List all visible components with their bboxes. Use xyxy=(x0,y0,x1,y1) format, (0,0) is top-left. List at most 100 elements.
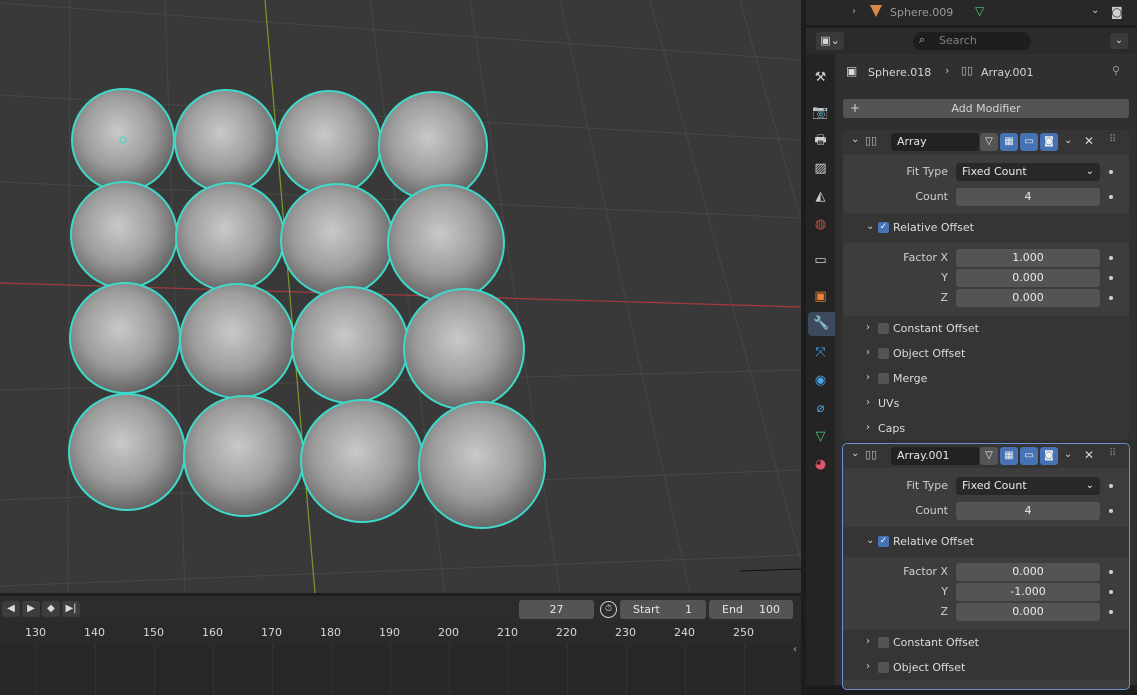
view-layer-icon[interactable]: ▨ xyxy=(812,160,829,177)
chevron-right-icon[interactable]: › xyxy=(866,322,870,333)
current-frame-field[interactable]: 27 xyxy=(519,600,594,619)
merge-subpanel[interactable]: › Merge xyxy=(843,366,1129,391)
outliner-object-name[interactable]: Sphere.009 xyxy=(890,6,953,19)
jump-keyframe-icon[interactable]: ◆ xyxy=(42,601,60,617)
chevron-right-icon[interactable]: › xyxy=(852,6,856,17)
keyframe-dot-icon[interactable] xyxy=(1109,590,1113,594)
editor-type-icon[interactable]: ▣⌄ xyxy=(816,32,844,50)
play-icon[interactable]: ▶ xyxy=(22,601,40,617)
object-offset-subpanel[interactable]: › Object Offset xyxy=(843,655,1129,680)
chevron-down-icon[interactable]: ⌄ xyxy=(1064,449,1072,460)
relative-offset-subpanel-header[interactable]: ⌄ ✓ Relative Offset xyxy=(843,527,1129,557)
relative-offset-subpanel-header[interactable]: ⌄ ✓ Relative Offset xyxy=(843,213,1129,243)
keyframe-dot-icon[interactable] xyxy=(1109,195,1113,199)
merge-checkbox[interactable] xyxy=(878,373,889,384)
factor-y-field[interactable]: 0.000 xyxy=(956,269,1100,287)
add-modifier-button[interactable]: + Add Modifier xyxy=(843,99,1129,118)
collapse-chevron-icon[interactable]: ⌄ xyxy=(866,221,874,232)
viewport-icon[interactable]: ▭ xyxy=(1020,133,1038,151)
relative-offset-checkbox[interactable]: ✓ xyxy=(878,222,889,233)
factor-z-field[interactable]: 0.000 xyxy=(956,289,1100,307)
filter-icon[interactable]: ▽ xyxy=(980,447,998,465)
modifier-name-field[interactable]: Array xyxy=(891,133,979,151)
viewport-canvas[interactable] xyxy=(0,0,801,593)
uvs-subpanel[interactable]: › UVs xyxy=(843,391,1129,416)
3d-viewport[interactable] xyxy=(0,0,801,593)
chevron-right-icon[interactable]: › xyxy=(866,347,870,358)
collapse-arrow-icon[interactable]: ‹ xyxy=(793,644,797,655)
particles-icon[interactable]: ⤧ xyxy=(812,344,829,361)
fit-type-select[interactable]: Fixed Count ⌄ xyxy=(956,163,1100,181)
constant-offset-subpanel[interactable]: › Constant Offset xyxy=(843,316,1129,341)
keyframe-dot-icon[interactable] xyxy=(1109,276,1113,280)
collapse-chevron-icon[interactable]: ⌄ xyxy=(866,535,874,546)
sphere-array[interactable] xyxy=(68,88,546,529)
edit-mode-icon[interactable]: ▦ xyxy=(1000,447,1018,465)
render-icon[interactable]: ◙ xyxy=(1040,133,1058,151)
jump-end-icon[interactable]: ▶| xyxy=(62,601,80,617)
end-frame-field[interactable]: End 100 xyxy=(709,600,793,619)
chevron-right-icon[interactable]: › xyxy=(866,372,870,383)
constant-offset-checkbox[interactable] xyxy=(878,637,889,648)
chevron-down-icon[interactable]: ⌄ xyxy=(1064,135,1072,146)
keyframe-dot-icon[interactable] xyxy=(1109,484,1113,488)
camera-icon[interactable]: ◙ xyxy=(1111,5,1123,19)
render-icon[interactable]: ◙ xyxy=(1040,447,1058,465)
stopwatch-icon[interactable]: ⏱ xyxy=(600,601,617,618)
keyframe-dot-icon[interactable] xyxy=(1109,296,1113,300)
output-icon[interactable]: 🖶 xyxy=(812,132,829,149)
outliner-row[interactable]: › Sphere.009 ▽ ⌄ ◙ xyxy=(806,0,1137,25)
timeline-tracks[interactable]: ‹ xyxy=(0,644,801,695)
object-offset-checkbox[interactable] xyxy=(878,348,889,359)
count-field[interactable]: 4 xyxy=(956,502,1100,520)
scene-icon[interactable]: ◭ xyxy=(812,188,829,205)
modifier-name-field[interactable]: Array.001 xyxy=(891,447,979,465)
world-icon[interactable]: ◍ xyxy=(812,216,829,233)
constant-offset-subpanel[interactable]: › Constant Offset xyxy=(843,630,1129,655)
keyframe-dot-icon[interactable] xyxy=(1109,610,1113,614)
jump-start-icon[interactable]: ◀ xyxy=(2,601,20,617)
filter-icon[interactable]: ▽ xyxy=(980,133,998,151)
close-icon[interactable]: ✕ xyxy=(1084,134,1094,148)
constant-offset-checkbox[interactable] xyxy=(878,323,889,334)
drag-icon[interactable]: ⠿ xyxy=(1109,134,1116,145)
constraints-icon[interactable]: ⌀ xyxy=(812,400,829,417)
factor-y-field[interactable]: -1.000 xyxy=(956,583,1100,601)
tool-icon[interactable]: ⚒ xyxy=(812,69,829,86)
keyframe-dot-icon[interactable] xyxy=(1109,509,1113,513)
keyframe-dot-icon[interactable] xyxy=(1109,256,1113,260)
object-offset-subpanel[interactable]: › Object Offset xyxy=(843,341,1129,366)
factor-x-field[interactable]: 1.000 xyxy=(956,249,1100,267)
render-props-icon[interactable]: 📷 xyxy=(812,104,829,121)
factor-x-field[interactable]: 0.000 xyxy=(956,563,1100,581)
physics-icon[interactable]: ◉ xyxy=(812,372,829,389)
count-field[interactable]: 4 xyxy=(956,188,1100,206)
edit-mode-icon[interactable]: ▦ xyxy=(1000,133,1018,151)
options-dropdown-icon[interactable]: ⌄ xyxy=(1110,33,1128,49)
collapse-chevron-icon[interactable]: ⌄ xyxy=(851,134,859,145)
viewport-icon[interactable]: ▭ xyxy=(1020,447,1038,465)
material-icon[interactable]: ◕ xyxy=(812,456,829,473)
chevron-right-icon[interactable]: › xyxy=(866,422,870,433)
data-icon[interactable]: ▽ xyxy=(812,428,829,445)
fit-type-select[interactable]: Fixed Count ⌄ xyxy=(956,477,1100,495)
start-frame-field[interactable]: Start 1 xyxy=(620,600,706,619)
object-offset-checkbox[interactable] xyxy=(878,662,889,673)
search-input[interactable]: ⌕ Search xyxy=(913,32,1031,50)
chevron-down-icon[interactable]: ⌄ xyxy=(1091,5,1099,16)
collection-icon[interactable]: ▭ xyxy=(812,252,829,269)
relative-offset-checkbox[interactable]: ✓ xyxy=(878,536,889,547)
keyframe-dot-icon[interactable] xyxy=(1109,570,1113,574)
keyframe-dot-icon[interactable] xyxy=(1109,170,1113,174)
chevron-right-icon[interactable]: › xyxy=(866,661,870,672)
caps-subpanel[interactable]: › Caps xyxy=(843,416,1129,440)
object-props-icon[interactable]: ▣ xyxy=(812,288,829,305)
drag-icon[interactable]: ⠿ xyxy=(1109,448,1116,459)
chevron-right-icon[interactable]: › xyxy=(866,397,870,408)
modifier-tab-icon[interactable]: 🔧 xyxy=(808,312,835,336)
close-icon[interactable]: ✕ xyxy=(1084,448,1094,462)
pin-icon[interactable]: ⚲ xyxy=(1112,64,1120,77)
chevron-right-icon[interactable]: › xyxy=(866,636,870,647)
collapse-chevron-icon[interactable]: ⌄ xyxy=(851,448,859,459)
frame-ruler[interactable]: 130 140 150 160 170 180 190 200 210 220 230 240 250 xyxy=(0,622,801,644)
